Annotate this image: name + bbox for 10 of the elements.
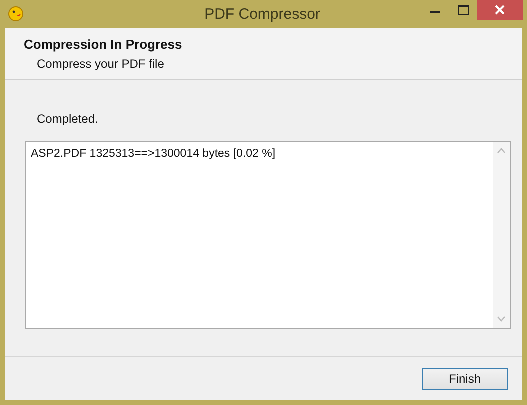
window-title: PDF Compressor	[204, 6, 320, 22]
log-line: ASP2.PDF 1325313==>1300014 bytes [0.02 %]	[31, 148, 276, 160]
close-button[interactable]	[477, 0, 523, 20]
close-icon	[495, 5, 505, 15]
smiley-icon	[8, 6, 24, 22]
finish-button[interactable]: Finish	[422, 368, 508, 390]
status-text: Completed.	[37, 112, 98, 126]
page-subtitle: Compress your PDF file	[37, 57, 164, 71]
page-heading: Compression In Progress	[24, 37, 182, 52]
maximize-icon	[458, 5, 468, 15]
